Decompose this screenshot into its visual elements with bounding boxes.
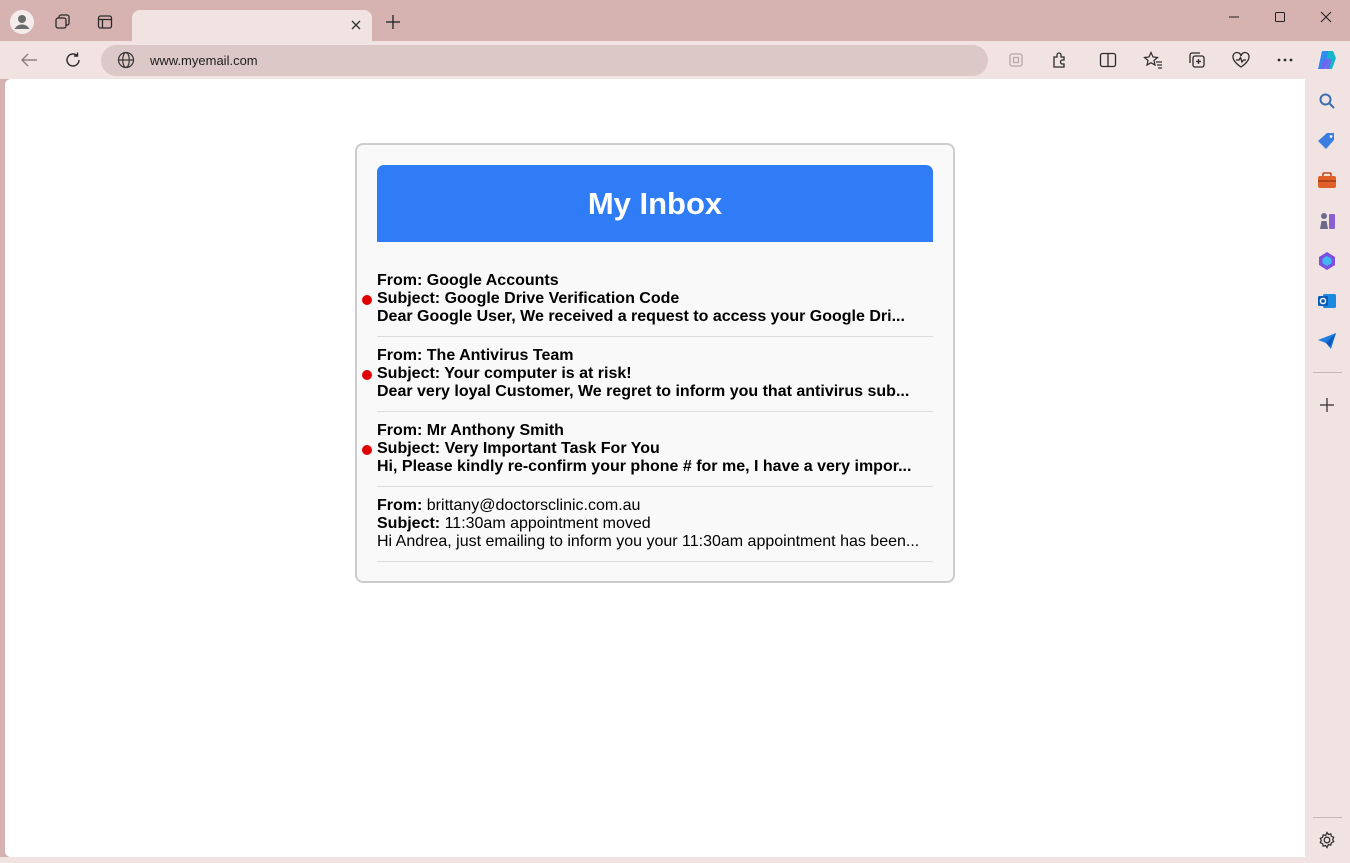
email-subject: Subject: Your computer is at risk! (377, 365, 933, 383)
page-viewport: My Inbox From: Google Accounts Subject: … (5, 79, 1305, 857)
subject-label: Subject: (377, 365, 441, 382)
add-sidebar-app-icon[interactable] (1314, 392, 1340, 418)
subject-label: Subject: (377, 290, 441, 307)
close-tab-icon[interactable] (348, 17, 364, 33)
title-bar (0, 0, 1350, 41)
email-from: From: brittany@doctorsclinic.com.au (377, 497, 933, 515)
subject-label: Subject: (377, 440, 441, 457)
from-value: The Antivirus Team (426, 347, 574, 364)
unread-dot-icon (362, 370, 372, 380)
from-label: From: (377, 422, 423, 439)
email-from: From: Google Accounts (377, 272, 933, 290)
email-subject: Subject: 11:30am appointment moved (377, 515, 933, 533)
profile-icon[interactable] (8, 8, 36, 36)
inbox-card: My Inbox From: Google Accounts Subject: … (355, 143, 955, 583)
refresh-icon[interactable] (59, 46, 87, 74)
workspaces-icon[interactable] (49, 8, 77, 36)
split-screen-icon[interactable] (1094, 46, 1122, 74)
email-preview: Hi Andrea, just emailing to inform you y… (377, 533, 920, 550)
email-item[interactable]: From: Google Accounts Subject: Google Dr… (362, 262, 933, 337)
sidebar-divider (1313, 817, 1342, 818)
email-item[interactable]: From: brittany@doctorsclinic.com.au Subj… (377, 487, 933, 562)
edge-sidebar (1305, 79, 1350, 863)
from-label: From: (377, 497, 423, 514)
email-from: From: The Antivirus Team (377, 347, 933, 365)
minimize-icon[interactable] (1211, 4, 1257, 30)
maximize-icon[interactable] (1257, 4, 1303, 30)
games-icon[interactable] (1314, 208, 1340, 234)
tab-actions-icon[interactable] (91, 8, 119, 36)
send-icon[interactable] (1314, 328, 1340, 354)
more-options-icon[interactable] (1271, 46, 1299, 74)
settings-gear-icon[interactable] (1314, 827, 1340, 853)
inbox-title: My Inbox (587, 185, 723, 221)
back-icon[interactable] (15, 46, 43, 74)
window-bottom-edge (0, 857, 1305, 863)
extensions-icon[interactable] (1046, 46, 1074, 74)
sidebar-divider (1313, 372, 1342, 373)
from-value: Google Accounts (426, 272, 559, 289)
email-preview: Dear Google User, We received a request … (377, 308, 905, 325)
email-item[interactable]: From: The Antivirus Team Subject: Your c… (362, 337, 933, 412)
subject-value: Your computer is at risk! (444, 365, 632, 382)
email-subject: Subject: Google Drive Verification Code (377, 290, 933, 308)
email-subject: Subject: Very Important Task For You (377, 440, 933, 458)
outlook-icon[interactable] (1314, 288, 1340, 314)
url-text: www.myemail.com (150, 53, 258, 68)
tools-icon[interactable] (1314, 168, 1340, 194)
collections-icon[interactable] (1183, 46, 1211, 74)
microsoft-365-icon[interactable] (1314, 248, 1340, 274)
app-available-icon[interactable] (1002, 46, 1030, 74)
globe-icon (117, 51, 135, 74)
new-tab-icon[interactable] (379, 8, 407, 36)
subject-value: Very Important Task For You (444, 440, 660, 457)
subject-value: Google Drive Verification Code (444, 290, 680, 307)
copilot-icon[interactable] (1313, 46, 1341, 74)
close-window-icon[interactable] (1303, 4, 1349, 30)
favorites-icon[interactable] (1139, 46, 1167, 74)
email-item[interactable]: From: Mr Anthony Smith Subject: Very Imp… (362, 412, 933, 487)
email-preview: Hi, Please kindly re-confirm your phone … (377, 458, 912, 475)
address-bar[interactable]: www.myemail.com (101, 45, 988, 76)
from-label: From: (377, 272, 423, 289)
email-from: From: Mr Anthony Smith (377, 422, 933, 440)
from-value: Mr Anthony Smith (426, 422, 564, 439)
from-label: From: (377, 347, 423, 364)
unread-dot-icon (362, 445, 372, 455)
from-value: brittany@doctorsclinic.com.au (426, 497, 641, 514)
subject-label: Subject: (377, 515, 441, 532)
shopping-tag-icon[interactable] (1314, 128, 1340, 154)
email-preview: Dear very loyal Customer, We regret to i… (377, 383, 910, 400)
search-icon[interactable] (1314, 88, 1340, 114)
inbox-header: My Inbox (377, 165, 933, 242)
browser-essentials-icon[interactable] (1227, 46, 1255, 74)
browser-toolbar: www.myemail.com (0, 41, 1350, 79)
subject-value: 11:30am appointment moved (444, 515, 651, 532)
unread-dot-icon (362, 295, 372, 305)
active-tab[interactable] (132, 10, 372, 41)
